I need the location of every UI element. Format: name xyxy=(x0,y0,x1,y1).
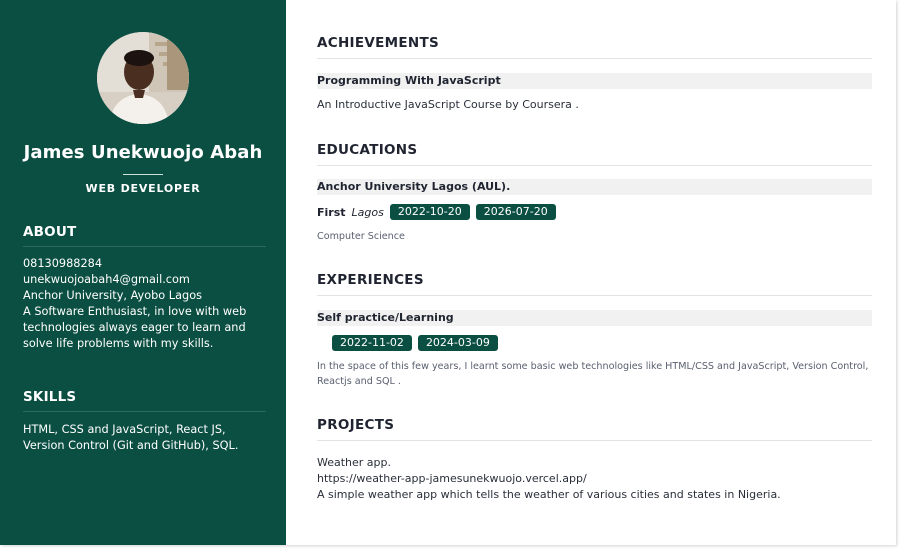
educations-divider xyxy=(317,165,872,166)
achievements-divider xyxy=(317,58,872,59)
education-start-date-badge: 2022-10-20 xyxy=(389,204,470,220)
project-url-link[interactable]: https://weather-app-jamesunekwuojo.verce… xyxy=(317,471,877,487)
experience-start-date-badge: 2022-11-02 xyxy=(332,335,412,351)
main-content: ACHIEVEMENTS Programming With JavaScript… xyxy=(286,0,896,545)
about-divider xyxy=(23,246,266,247)
experiences-divider xyxy=(317,295,872,296)
experiences-heading: EXPERIENCES xyxy=(317,272,424,288)
experience-dates: 2022-11-02 2024-03-09 xyxy=(332,335,498,351)
projects-divider xyxy=(317,440,872,441)
experience-description: In the space of this few years, I learnt… xyxy=(317,361,869,387)
profile-photo xyxy=(97,32,189,124)
education-grade: First xyxy=(317,205,346,219)
project-description: A simple weather app which tells the wea… xyxy=(317,488,781,501)
skills-text: HTML, CSS and JavaScript, React JS, Vers… xyxy=(23,423,239,452)
education-location: Lagos xyxy=(351,205,384,219)
skills-heading: SKILLS xyxy=(23,389,77,405)
profile-role: WEB DEVELOPER xyxy=(85,182,201,195)
profile-photo-image xyxy=(97,32,189,124)
bio: A Software Enthusiast, in love with web … xyxy=(23,305,247,350)
about-heading: ABOUT xyxy=(23,224,77,240)
achievements-heading: ACHIEVEMENTS xyxy=(317,35,440,51)
profile-name: James Unekwuojo Abah xyxy=(23,142,263,163)
resume-page: James Unekwuojo Abah WEB DEVELOPER ABOUT… xyxy=(0,0,896,545)
experience-title: Self practice/Learning xyxy=(317,310,872,326)
about-section: 08130988284 unekwuojoabah4@gmail.com Anc… xyxy=(23,256,266,352)
email-address: unekwuojoabah4@gmail.com xyxy=(23,273,190,286)
educations-heading: EDUCATIONS xyxy=(317,142,418,158)
address: Anchor University, Ayobo Lagos xyxy=(23,289,202,302)
phone-number: 08130988284 xyxy=(23,257,103,270)
projects-heading: PROJECTS xyxy=(317,417,395,433)
achievement-title: Programming With JavaScript xyxy=(317,73,872,89)
education-course: Computer Science xyxy=(317,231,405,242)
experience-end-date-badge: 2024-03-09 xyxy=(417,335,498,351)
education-end-date-badge: 2026-07-20 xyxy=(475,204,556,220)
education-school: Anchor University Lagos (AUL). xyxy=(317,179,872,195)
project-name: Weather app. xyxy=(317,456,392,469)
name-divider xyxy=(123,174,163,175)
education-meta: First Lagos 2022-10-20 2026-07-20 xyxy=(317,204,556,220)
achievement-description: An Introductive JavaScript Course by Cou… xyxy=(317,98,579,111)
skills-divider xyxy=(23,411,266,412)
sidebar: James Unekwuojo Abah WEB DEVELOPER ABOUT… xyxy=(0,0,286,545)
